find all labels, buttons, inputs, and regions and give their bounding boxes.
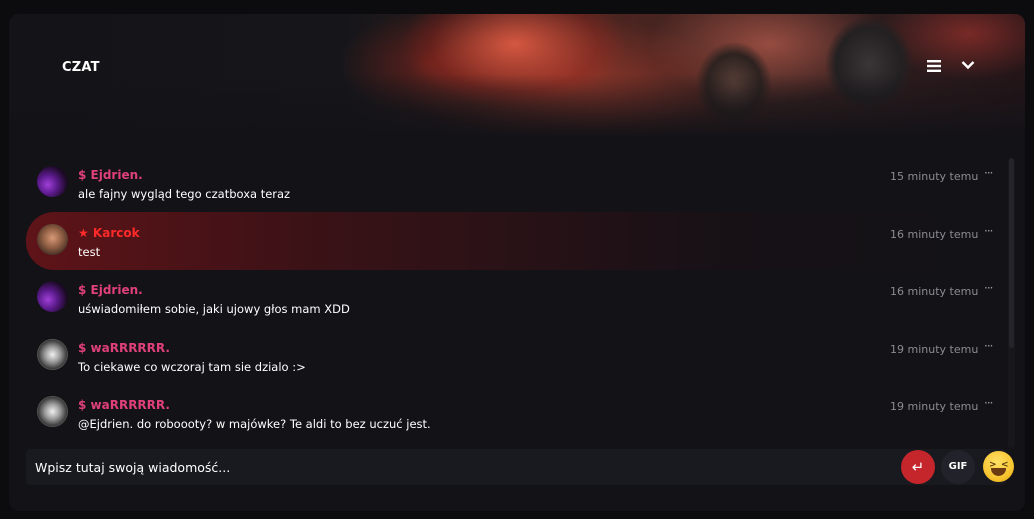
emoji-mouth-icon [991, 468, 1006, 476]
send-button[interactable]: ↵ [901, 450, 935, 484]
avatar[interactable] [37, 224, 68, 255]
message-time: 19 minuty temu [890, 343, 979, 356]
message-item-highlighted: ★ Karcok test 16 minuty temu ··· [26, 212, 1006, 270]
banner-fade [9, 74, 1025, 139]
message-text: To ciekawe co wczoraj tam sie dzialo :> [78, 360, 306, 374]
chatbox: CZAT $ Ejdrien. ale fajny wygląd tego cz… [9, 14, 1025, 511]
message-time: 15 minuty temu [890, 170, 979, 183]
message-author[interactable]: ★ Karcok [78, 226, 140, 240]
message-time: 16 minuty temu [890, 285, 979, 298]
message-list: $ Ejdrien. ale fajny wygląd tego czatbox… [9, 154, 1025, 450]
message-text: ale fajny wygląd tego czatboxa teraz [78, 187, 291, 201]
message-item: $ waRRRRRR. To ciekawe co wczoraj tam si… [26, 327, 1006, 385]
message-author[interactable]: $ Ejdrien. [78, 168, 143, 182]
message-item: $ Ejdrien. uświadomiłem sobie, jaki ujow… [26, 269, 1006, 327]
composer-bar: ↵ GIF > < [26, 449, 1014, 485]
gif-button[interactable]: GIF [941, 450, 975, 484]
avatar[interactable] [37, 396, 68, 427]
message-options-icon[interactable]: ··· [984, 224, 994, 238]
message-options-icon[interactable]: ··· [984, 166, 994, 180]
message-text: uświadomiłem sobie, jaki ujowy głos mam … [78, 302, 350, 316]
header-banner [9, 14, 1025, 139]
message-options-icon[interactable]: ··· [984, 396, 994, 410]
message-text: test [78, 245, 101, 259]
message-time: 19 minuty temu [890, 400, 979, 413]
chevron-down-icon[interactable] [961, 60, 975, 70]
send-icon: ↵ [911, 458, 925, 476]
menu-icon[interactable] [927, 60, 941, 72]
message-text: @Ejdrien. do roboooty? w majówke? Te ald… [78, 417, 431, 431]
message-author[interactable]: $ waRRRRRR. [78, 341, 170, 355]
scrollbar-thumb[interactable] [1009, 158, 1014, 348]
emoji-picker-button[interactable]: > < [983, 451, 1014, 482]
chat-title: CZAT [62, 60, 100, 75]
message-scrollbar[interactable] [1008, 158, 1015, 448]
message-item: $ waRRRRRR. @Ejdrien. do roboooty? w maj… [26, 384, 1006, 442]
message-options-icon[interactable]: ··· [984, 339, 994, 353]
avatar[interactable] [37, 166, 68, 197]
message-author[interactable]: $ Ejdrien. [78, 283, 143, 297]
message-time: 16 minuty temu [890, 228, 979, 241]
message-input[interactable] [26, 449, 886, 485]
avatar[interactable] [37, 281, 68, 312]
message-item: $ Ejdrien. ale fajny wygląd tego czatbox… [26, 154, 1006, 212]
avatar[interactable] [37, 339, 68, 370]
message-options-icon[interactable]: ··· [984, 281, 994, 295]
message-author[interactable]: $ waRRRRRR. [78, 398, 170, 412]
